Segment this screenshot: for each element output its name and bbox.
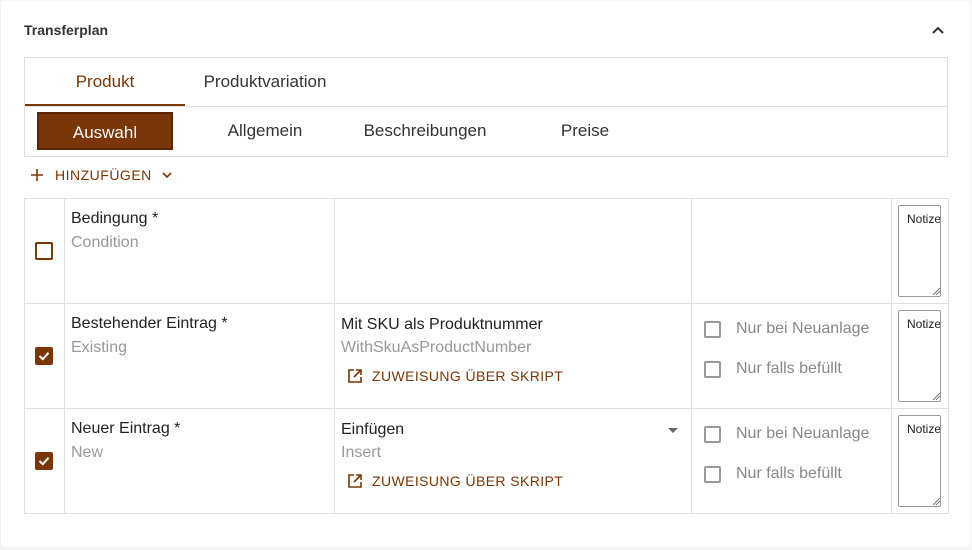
notes-field[interactable]: [898, 310, 941, 402]
notes-cell: [891, 303, 949, 409]
row-checkbox[interactable]: [35, 242, 53, 260]
tab-beschreibungen[interactable]: Beschreibungen: [345, 112, 505, 150]
field-label-cell: Bestehender Eintrag * Existing: [64, 303, 335, 409]
option-checkbox[interactable]: [704, 320, 721, 338]
value-subtext: WithSkuAsProductNumber: [341, 339, 532, 356]
field-sublabel: Existing: [71, 339, 128, 356]
table-row: Neuer Eintrag * New Einfügen Insert ZUWE…: [24, 408, 949, 514]
notes-cell: [891, 198, 949, 304]
option-checkbox[interactable]: [704, 425, 721, 443]
row-select-cell: [24, 303, 65, 409]
value-text: Mit SKU als Produktnummer: [341, 316, 543, 333]
notes-field[interactable]: [898, 205, 941, 297]
value-cell[interactable]: Mit SKU als Produktnummer WithSkuAsProdu…: [334, 303, 692, 409]
tab-produktvariation[interactable]: Produktvariation: [185, 58, 345, 106]
primary-tabs: Produkt Produktvariation: [25, 58, 947, 107]
script-assign-link[interactable]: ZUWEISUNG ÜBER SKRIPT: [347, 473, 563, 489]
script-assign-label: ZUWEISUNG ÜBER SKRIPT: [372, 473, 564, 489]
add-button[interactable]: HINZUFÜGEN: [30, 166, 173, 184]
notes-cell: [891, 408, 949, 514]
option-checkbox[interactable]: [704, 360, 721, 378]
field-sublabel: New: [71, 444, 104, 461]
dropdown-arrow-icon[interactable]: [668, 428, 678, 433]
field-label: Bedingung *: [71, 210, 159, 227]
field-label: Neuer Eintrag *: [71, 420, 181, 437]
option-nur-falls-befuellt[interactable]: Nur falls befüllt: [704, 360, 842, 378]
option-label: Nur bei Neuanlage: [736, 425, 870, 442]
option-label: Nur falls befüllt: [736, 465, 842, 482]
notes-field[interactable]: [898, 415, 941, 507]
field-label-cell: Bedingung * Condition: [64, 198, 335, 304]
options-cell: [691, 198, 892, 304]
open-external-icon: [348, 474, 362, 488]
transferplan-panel: Transferplan Produkt Produktvariation Au…: [1, 1, 971, 547]
row-select-cell: [24, 408, 65, 514]
option-label: Nur bei Neuanlage: [736, 320, 870, 337]
tab-preise[interactable]: Preise: [515, 112, 655, 150]
script-assign-label: ZUWEISUNG ÜBER SKRIPT: [372, 368, 564, 384]
tab-allgemein[interactable]: Allgemein: [195, 112, 335, 150]
row-checkbox[interactable]: [35, 347, 53, 365]
options-cell: Nur bei Neuanlage Nur falls befüllt: [691, 303, 892, 409]
add-button-label: HINZUFÜGEN: [55, 167, 152, 183]
row-checkbox[interactable]: [35, 452, 53, 470]
checkmark-icon: [38, 352, 50, 361]
option-label: Nur falls befüllt: [736, 360, 842, 377]
value-subtext: Insert: [341, 444, 382, 461]
tabs-container: Produkt Produktvariation Auswahl Allgeme…: [24, 57, 948, 157]
field-label-cell: Neuer Eintrag * New: [64, 408, 335, 514]
panel-header: Transferplan: [24, 21, 949, 39]
option-checkbox[interactable]: [704, 465, 721, 483]
chevron-up-icon[interactable]: [931, 23, 945, 37]
field-label: Bestehender Eintrag *: [71, 315, 228, 332]
value-cell[interactable]: Einfügen Insert ZUWEISUNG ÜBER SKRIPT: [334, 408, 692, 514]
mapping-table: Bedingung * Condition Bestehen: [24, 198, 949, 514]
field-sublabel: Condition: [71, 234, 139, 251]
checkmark-icon: [38, 457, 50, 466]
tab-auswahl[interactable]: Auswahl: [37, 112, 173, 150]
table-row: Bedingung * Condition: [24, 198, 949, 304]
secondary-tabs: Auswahl Allgemein Beschreibungen Preise: [25, 107, 947, 157]
script-assign-link[interactable]: ZUWEISUNG ÜBER SKRIPT: [347, 368, 563, 384]
open-external-icon: [348, 369, 362, 383]
panel-title: Transferplan: [24, 22, 109, 38]
options-cell: Nur bei Neuanlage Nur falls befüllt: [691, 408, 892, 514]
row-select-cell: [24, 198, 65, 304]
option-nur-bei-neuanlage[interactable]: Nur bei Neuanlage: [704, 425, 869, 443]
tab-produkt[interactable]: Produkt: [25, 58, 185, 106]
option-nur-bei-neuanlage[interactable]: Nur bei Neuanlage: [704, 320, 869, 338]
value-select[interactable]: Einfügen: [341, 421, 404, 439]
table-row: Bestehender Eintrag * Existing Mit SKU a…: [24, 303, 949, 409]
option-nur-falls-befuellt[interactable]: Nur falls befüllt: [704, 465, 842, 483]
value-cell[interactable]: [334, 198, 692, 304]
plus-icon: [31, 169, 43, 181]
chevron-down-icon[interactable]: [161, 169, 173, 181]
